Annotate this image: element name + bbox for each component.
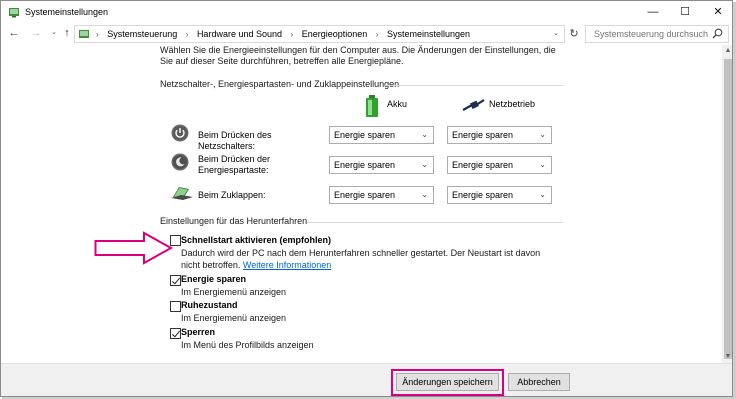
- save-changes-button[interactable]: Änderungen speichern: [396, 373, 499, 391]
- fast-startup-description: Dadurch wird der PC nach dem Herunterfah…: [181, 247, 553, 271]
- search-box[interactable]: [585, 25, 729, 43]
- scroll-down-icon[interactable]: ▼: [722, 351, 732, 363]
- power-buttons-group-title: Netzschalter-, Energiespartasten- und Zu…: [160, 79, 400, 89]
- breadcrumb: › Systemsteuerung › Hardware und Sound ›…: [93, 26, 473, 42]
- chevron-down-icon: ⌄: [539, 130, 546, 139]
- footer-bar: Änderungen speichern Abbrechen: [1, 363, 732, 396]
- sleep-option-description: Im Energiemenü anzeigen: [181, 287, 287, 297]
- power-button-label: Beim Drücken des Netzschalters:: [198, 130, 272, 151]
- intro-text: Wählen Sie die Energieeinstellungen für …: [160, 45, 556, 66]
- hibernate-checkbox[interactable]: [170, 301, 181, 312]
- lid-close-plugged-select[interactable]: Energie sparen ⌄: [447, 186, 552, 204]
- lid-close-battery-select[interactable]: Energie sparen ⌄: [329, 186, 434, 204]
- fast-startup-title[interactable]: Schnellstart aktivieren (empfohlen): [181, 235, 331, 245]
- close-button[interactable]: ✕: [703, 1, 732, 23]
- hibernate-option-title[interactable]: Ruhezustand: [181, 300, 238, 310]
- scrollbar-thumb[interactable]: [724, 59, 732, 359]
- lock-checkbox[interactable]: [170, 328, 181, 339]
- window-title: Systemeinstellungen: [25, 7, 109, 17]
- sleep-button-label: Beim Drücken der Energiespartaste:: [198, 154, 271, 175]
- sleep-button-plugged-select[interactable]: Energie sparen ⌄: [447, 156, 552, 174]
- breadcrumb-separator-icon: ›: [96, 30, 99, 39]
- chevron-down-icon: ⌄: [539, 160, 546, 169]
- chevron-down-icon: ⌄: [421, 190, 428, 199]
- breadcrumb-hardware-und-sound[interactable]: Hardware und Sound: [197, 29, 282, 39]
- control-panel-icon: [79, 30, 89, 38]
- vertical-scrollbar[interactable]: ▲ ▼: [722, 45, 732, 363]
- power-button-plugged-select[interactable]: Energie sparen ⌄: [447, 126, 552, 144]
- up-arrow-icon[interactable]: ↑: [60, 26, 74, 40]
- more-info-link[interactable]: Weitere Informationen: [243, 260, 331, 270]
- lock-option-title[interactable]: Sperren: [181, 327, 215, 337]
- maximize-button[interactable]: ☐: [670, 1, 700, 23]
- breadcrumb-separator-icon[interactable]: ›: [186, 30, 189, 39]
- search-icon[interactable]: [712, 28, 723, 39]
- select-value: Energie sparen: [452, 190, 514, 200]
- select-value: Energie sparen: [452, 130, 514, 140]
- laptop-lid-icon: [171, 187, 193, 200]
- select-value: Energie sparen: [334, 130, 396, 140]
- select-value: Energie sparen: [452, 160, 514, 170]
- title-bar: Systemeinstellungen — ☐ ✕: [1, 1, 732, 23]
- back-arrow-icon[interactable]: ←: [7, 26, 21, 40]
- breadcrumb-separator-icon[interactable]: ›: [291, 30, 294, 39]
- hibernate-option-description: Im Energiemenü anzeigen: [181, 313, 287, 323]
- sleep-button-icon: [171, 153, 189, 171]
- power-button-icon: [171, 124, 189, 142]
- breadcrumb-separator-icon[interactable]: ›: [376, 30, 379, 39]
- sleep-checkbox[interactable]: [170, 275, 181, 286]
- scroll-up-icon[interactable]: ▲: [722, 45, 732, 57]
- recent-locations-chevron-icon[interactable]: ⌄: [47, 26, 61, 40]
- chevron-down-icon: ⌄: [421, 160, 428, 169]
- chevron-down-icon: ⌄: [421, 130, 428, 139]
- shutdown-group-title: Einstellungen für das Herunterfahren: [160, 216, 308, 226]
- sleep-button-battery-select[interactable]: Energie sparen ⌄: [329, 156, 434, 174]
- group-divider: [385, 85, 563, 86]
- address-bar[interactable]: › Systemsteuerung › Hardware und Sound ›…: [74, 25, 565, 43]
- plugged-in-column-header: Netzbetrieb: [489, 99, 536, 109]
- breadcrumb-systemeinstellungen[interactable]: Systemeinstellungen: [387, 29, 470, 39]
- forward-arrow-icon[interactable]: →: [29, 26, 43, 40]
- power-plug-icon: [462, 99, 485, 111]
- lid-close-label: Beim Zuklappen:: [198, 190, 266, 200]
- breadcrumb-energieoptionen[interactable]: Energieoptionen: [302, 29, 368, 39]
- cancel-button[interactable]: Abbrechen: [508, 373, 570, 391]
- settings-content: Wählen Sie die Energieeinstellungen für …: [1, 45, 722, 363]
- minimize-button[interactable]: —: [638, 1, 668, 23]
- power-button-battery-select[interactable]: Energie sparen ⌄: [329, 126, 434, 144]
- navigation-bar: ← → ⌄ ↑ › Systemsteuerung › Hardware und…: [1, 23, 732, 45]
- chevron-down-icon: ⌄: [539, 190, 546, 199]
- select-value: Energie sparen: [334, 160, 396, 170]
- annotation-arrow-icon: [94, 231, 174, 265]
- battery-icon: [366, 95, 378, 117]
- select-value: Energie sparen: [334, 190, 396, 200]
- control-panel-icon: [9, 8, 19, 18]
- window: Systemeinstellungen — ☐ ✕ ← → ⌄ ↑ › Syst…: [0, 0, 733, 397]
- search-input[interactable]: [592, 26, 710, 42]
- refresh-icon[interactable]: ↻: [567, 27, 581, 41]
- fast-startup-desc-text: Dadurch wird der PC nach dem Herunterfah…: [181, 248, 541, 270]
- sleep-option-title[interactable]: Energie sparen: [181, 274, 246, 284]
- battery-column-header: Akku: [387, 99, 408, 109]
- group-divider: [307, 222, 563, 223]
- lock-option-description: Im Menü des Profilbilds anzeigen: [181, 340, 314, 350]
- address-dropdown-icon[interactable]: ⌄: [553, 26, 559, 42]
- breadcrumb-systemsteuerung[interactable]: Systemsteuerung: [107, 29, 177, 39]
